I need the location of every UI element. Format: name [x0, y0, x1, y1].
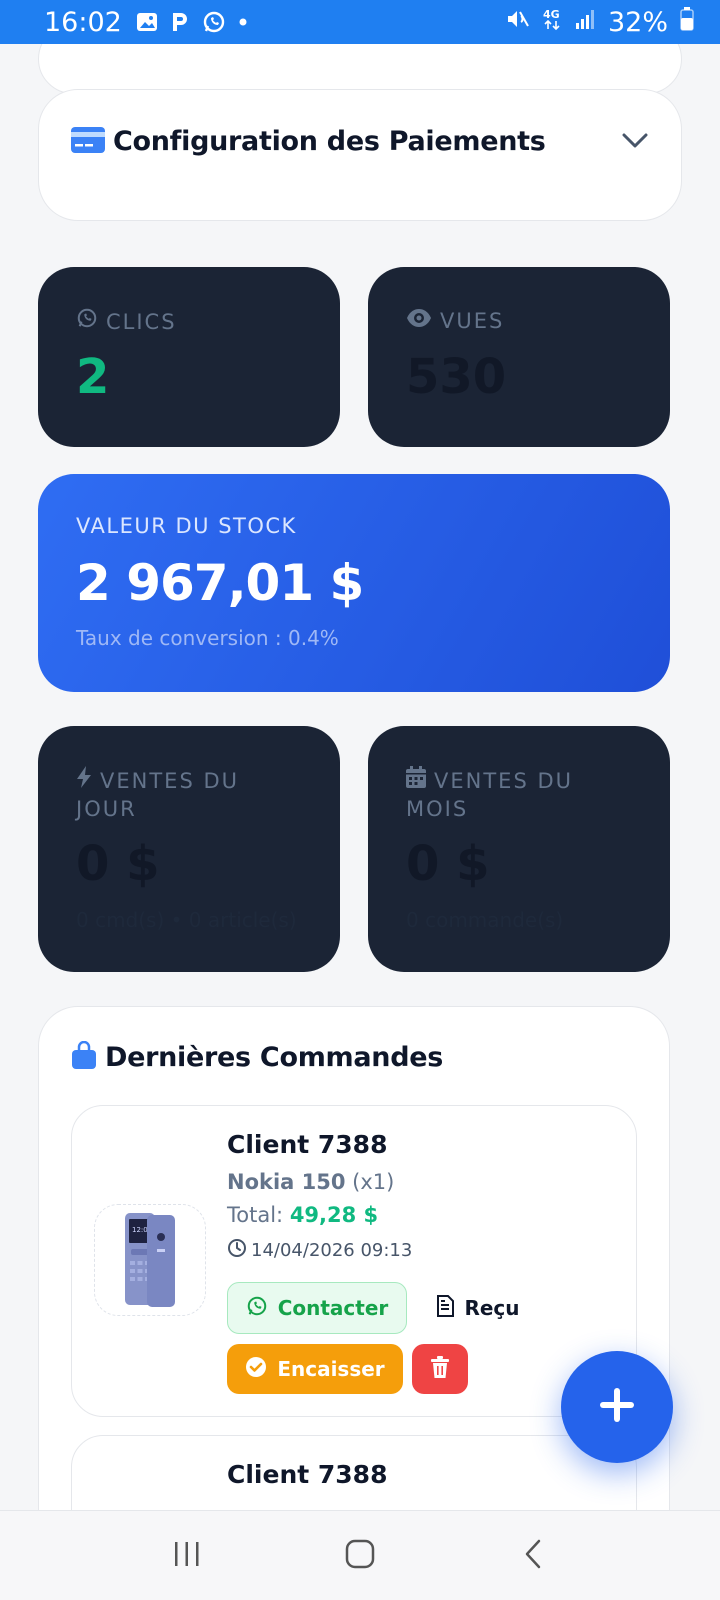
status-bar: 16:02 4G 32%: [0, 0, 720, 44]
add-button[interactable]: [561, 1351, 673, 1463]
stock-label: VALEUR DU STOCK: [76, 514, 297, 538]
delete-button[interactable]: [412, 1344, 468, 1394]
bolt-icon: [76, 766, 92, 795]
chevron-down-icon[interactable]: [621, 132, 649, 154]
calendar-icon: [406, 766, 426, 795]
stock-value-card: VALEUR DU STOCK 2 967,01 $ Taux de conve…: [38, 474, 670, 692]
system-nav-bar: [0, 1510, 720, 1600]
trash-icon: [430, 1355, 450, 1383]
svg-text:4G: 4G: [543, 8, 560, 21]
order-client: Client 7388: [227, 1130, 388, 1159]
dashboard-content[interactable]: Configuration des Paiements CLICS 2 VUES…: [0, 44, 720, 1510]
status-time: 16:02: [44, 6, 122, 38]
sales-month-sub: 0 commande(s): [406, 908, 564, 932]
order-product: Nokia 150 (x1): [227, 1170, 395, 1194]
previous-card: [38, 44, 682, 94]
sales-today-label: VENTES DU JOUR: [76, 766, 239, 823]
sales-month-label: VENTES DU MOIS: [406, 766, 573, 823]
credit-card-icon: [71, 126, 105, 157]
contact-button[interactable]: Contacter: [227, 1282, 407, 1334]
receipt-button[interactable]: Reçu: [428, 1282, 528, 1334]
payment-config-card[interactable]: Configuration des Paiements: [38, 89, 682, 221]
recent-orders-title: Dernières Commandes: [105, 1041, 444, 1073]
parking-icon: [170, 11, 190, 33]
clock-icon: [227, 1238, 247, 1263]
stat-card-clics: CLICS 2: [38, 267, 340, 447]
sales-today-value: 0 $: [76, 836, 160, 892]
product-thumbnail: 12:0: [94, 1204, 206, 1316]
stat-card-vues: VUES 530: [368, 267, 670, 447]
battery-icon: [680, 6, 694, 38]
recent-orders-header: Dernières Commandes: [71, 1040, 444, 1073]
whatsapp-icon: [202, 10, 226, 34]
cash-in-button[interactable]: Encaisser: [227, 1344, 403, 1394]
eye-icon: [406, 307, 432, 335]
sales-month-card: VENTES DU MOIS 0 $ 0 commande(s): [368, 726, 670, 972]
order-client: Client 7388: [227, 1460, 388, 1489]
sales-month-value: 0 $: [406, 836, 490, 892]
stat-label-clics: CLICS: [76, 307, 177, 336]
whatsapp-icon: [76, 307, 98, 336]
whatsapp-icon: [246, 1295, 268, 1322]
order-total: Total: 49,28 $: [227, 1203, 379, 1227]
home-button[interactable]: [330, 1526, 390, 1586]
plus-icon: [597, 1385, 637, 1429]
svg-text:12:0: 12:0: [132, 1226, 148, 1234]
shopping-bag-icon: [71, 1040, 97, 1073]
sales-today-card: VENTES DU JOUR 0 $ 0 cmd(s) • 0 article(…: [38, 726, 340, 972]
stat-label-vues: VUES: [406, 307, 504, 335]
mute-icon: [506, 7, 530, 37]
signal-icon: [574, 7, 596, 37]
home-icon: [345, 1539, 375, 1573]
check-circle-icon: [245, 1356, 267, 1383]
order-item[interactable]: 12:0 Client 7388 Nokia 150 (x1) Total: 4…: [71, 1105, 637, 1417]
payment-config-title: Configuration des Paiements: [113, 126, 546, 157]
conversion-rate: Taux de conversion : 0.4%: [76, 626, 339, 650]
order-item[interactable]: Client 7388: [71, 1435, 637, 1510]
sales-today-sub: 0 cmd(s) • 0 article(s): [76, 908, 297, 932]
payment-config-header: Configuration des Paiements: [71, 126, 546, 157]
4g-icon: 4G: [542, 7, 562, 38]
order-date: 14/04/2026 09:13: [227, 1238, 412, 1263]
back-icon: [523, 1538, 543, 1574]
dot-icon: [238, 17, 248, 27]
back-button[interactable]: [503, 1526, 563, 1586]
recent-apps-icon: [172, 1540, 202, 1572]
gallery-icon: [136, 11, 158, 33]
battery-percent: 32%: [607, 6, 668, 38]
recent-apps-button[interactable]: [157, 1526, 217, 1586]
stat-value-vues: 530: [406, 349, 507, 405]
receipt-icon: [436, 1294, 455, 1322]
stat-value-clics: 2: [76, 349, 110, 405]
stock-value: 2 967,01 $: [76, 554, 364, 612]
